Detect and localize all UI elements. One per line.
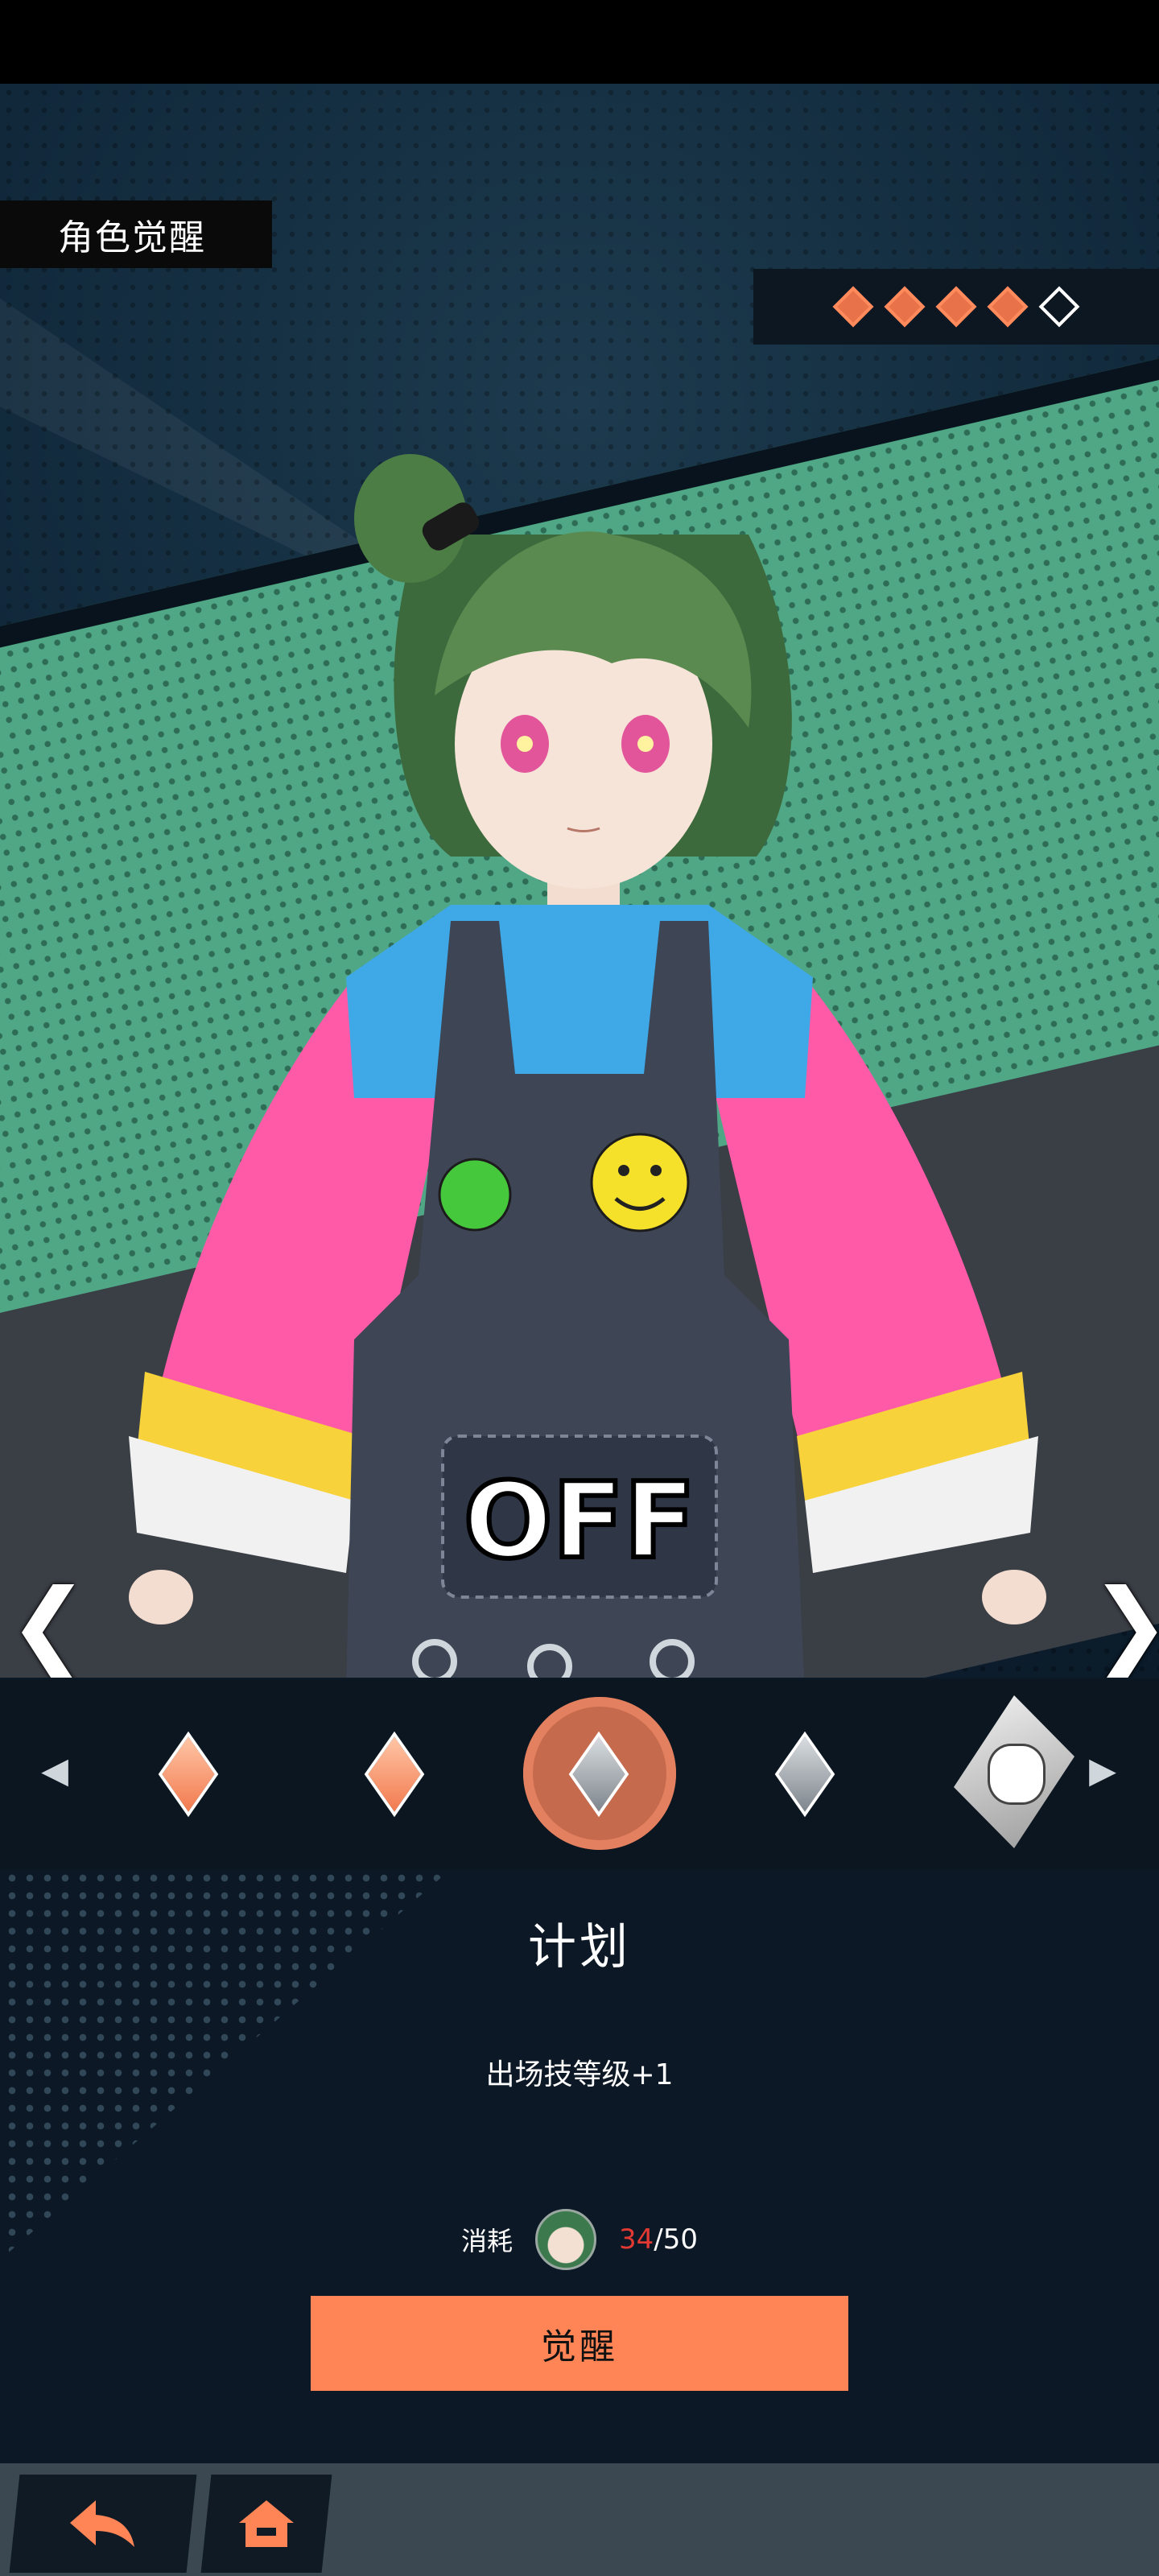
strip-right-arrow[interactable]: ▶ <box>1087 1747 1119 1795</box>
awakening-node-5-portrait[interactable] <box>954 1695 1074 1848</box>
star-diamond-filled-4 <box>987 286 1029 328</box>
star-diamond-empty-5 <box>1038 286 1080 328</box>
cost-amount: 34/50 <box>619 2223 698 2256</box>
cost-item-avatar <box>535 2209 596 2270</box>
cost-need: 50 <box>662 2223 698 2256</box>
portrait-face <box>988 1744 1046 1805</box>
prev-character-arrow[interactable]: ❮ <box>8 1573 89 1678</box>
star-diamond-filled-1 <box>832 286 874 328</box>
awakening-node-2[interactable] <box>364 1731 425 1818</box>
awakening-node-1[interactable] <box>158 1731 219 1818</box>
cost-row: 消耗 34/50 <box>0 2207 1159 2272</box>
next-character-arrow[interactable]: ❯ <box>1090 1573 1159 1678</box>
awakening-stars <box>753 269 1159 345</box>
home-button[interactable] <box>200 2475 332 2573</box>
star-diamond-filled-2 <box>884 286 926 328</box>
back-button[interactable] <box>9 2475 197 2573</box>
home-icon <box>239 2500 294 2547</box>
character-stage: OFF 角色觉醒 ❮ ❯ <box>0 84 1159 1678</box>
back-arrow-icon <box>70 2500 134 2547</box>
skill-description: 出场技等级+1 <box>485 2058 674 2091</box>
bottom-nav-bar <box>0 2463 1159 2576</box>
cost-have: 34 <box>619 2223 654 2256</box>
page-title: 角色觉醒 <box>0 200 272 268</box>
strip-left-arrow[interactable]: ◀ <box>39 1747 71 1795</box>
svg-text:OFF: OFF <box>464 1459 695 1582</box>
star-diamond-filled-3 <box>935 286 977 328</box>
skill-name: 计划 <box>528 1919 631 1975</box>
awakening-node-4[interactable] <box>774 1731 835 1818</box>
awakening-node-strip: ◀ ▶ <box>0 1679 1159 1869</box>
awaken-button[interactable]: 觉醒 <box>311 2296 848 2391</box>
cost-label: 消耗 <box>460 2226 513 2256</box>
cost-separator: / <box>654 2223 663 2256</box>
status-bar <box>0 0 1159 84</box>
